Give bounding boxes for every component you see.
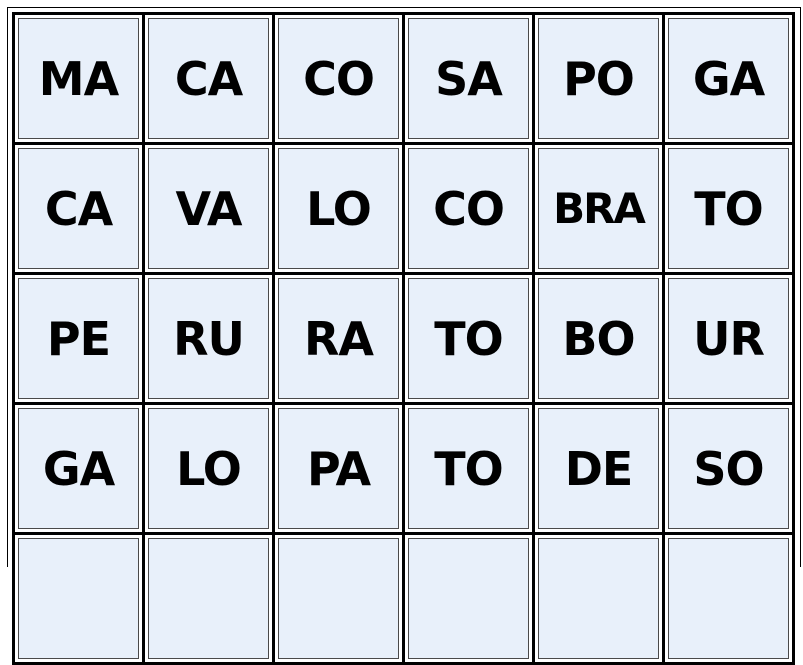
syllable-cell: RA: [275, 275, 405, 405]
syllable-card: MA: [18, 18, 139, 139]
syllable-cell: VA: [145, 145, 275, 275]
syllable-cell: LO: [145, 405, 275, 535]
syllable-cell: LO: [275, 145, 405, 275]
syllable-card: [408, 538, 529, 659]
syllable-text: CA: [174, 51, 243, 106]
syllable-card: CO: [278, 18, 399, 139]
syllable-cell: [665, 535, 795, 665]
syllable-text: LO: [176, 441, 242, 496]
syllable-card: RA: [278, 278, 399, 399]
syllable-card: [278, 538, 399, 659]
syllable-text: VA: [175, 181, 242, 236]
syllable-cell: UR: [665, 275, 795, 405]
syllable-card: UR: [668, 278, 789, 399]
syllable-card: PE: [18, 278, 139, 399]
syllable-text: LO: [306, 181, 372, 236]
syllable-card: BO: [538, 278, 659, 399]
syllable-cell: GA: [665, 15, 795, 145]
syllable-card: PA: [278, 408, 399, 529]
syllable-cell: PA: [275, 405, 405, 535]
syllable-cell: TO: [665, 145, 795, 275]
syllable-card: [538, 538, 659, 659]
syllable-cell: TO: [405, 275, 535, 405]
syllable-cell: [535, 535, 665, 665]
syllable-card: CA: [18, 148, 139, 269]
syllable-card: TO: [408, 408, 529, 529]
syllable-text: DE: [564, 441, 634, 496]
syllable-cell: TO: [405, 405, 535, 535]
syllable-text: RA: [303, 311, 374, 366]
syllable-cell: [405, 535, 535, 665]
syllable-text: TO: [434, 311, 503, 366]
syllable-card: VA: [148, 148, 269, 269]
syllable-text: CO: [433, 181, 505, 236]
syllable-card: BRA: [538, 148, 659, 269]
syllable-cell: CO: [405, 145, 535, 275]
syllable-card: PO: [538, 18, 659, 139]
syllable-cell: DE: [535, 405, 665, 535]
syllable-cell: BO: [535, 275, 665, 405]
syllable-card: DE: [538, 408, 659, 529]
syllable-card: TO: [408, 278, 529, 399]
syllable-text: GA: [42, 441, 115, 496]
syllable-text: PA: [306, 441, 371, 496]
syllable-cell: [145, 535, 275, 665]
syllable-card: LO: [278, 148, 399, 269]
syllable-cell: PE: [15, 275, 145, 405]
syllable-text: UR: [693, 311, 765, 366]
syllable-text: BO: [562, 311, 635, 366]
syllable-text: GA: [692, 51, 765, 106]
syllable-text: CO: [303, 51, 375, 106]
syllable-cell: CA: [145, 15, 275, 145]
syllable-cell: SO: [665, 405, 795, 535]
syllable-card: CA: [148, 18, 269, 139]
syllable-text: MA: [38, 51, 119, 106]
syllable-card: GA: [18, 408, 139, 529]
syllable-text: TO: [694, 181, 763, 236]
syllable-card: RU: [148, 278, 269, 399]
syllable-cell: GA: [15, 405, 145, 535]
syllable-cell: CO: [275, 15, 405, 145]
syllable-grid: MA CA CO SA PO GA CA VA LO CO BRA TO PE …: [12, 12, 795, 665]
syllable-text: SA: [435, 51, 503, 106]
syllable-card: CO: [408, 148, 529, 269]
syllable-text: BRA: [553, 183, 646, 233]
syllable-cell: [15, 535, 145, 665]
syllable-text: PE: [46, 311, 111, 366]
syllable-card: [668, 538, 789, 659]
syllable-text: RU: [173, 311, 245, 366]
syllable-card: SO: [668, 408, 789, 529]
syllable-text: PO: [563, 51, 635, 106]
syllable-cell: PO: [535, 15, 665, 145]
syllable-cell: CA: [15, 145, 145, 275]
syllable-card: LO: [148, 408, 269, 529]
syllable-cell: BRA: [535, 145, 665, 275]
syllable-cell: RU: [145, 275, 275, 405]
syllable-text: CA: [44, 181, 113, 236]
syllable-cell: MA: [15, 15, 145, 145]
syllable-cell: [275, 535, 405, 665]
syllable-card: SA: [408, 18, 529, 139]
syllable-text: TO: [434, 441, 503, 496]
syllable-card: [148, 538, 269, 659]
syllable-text: SO: [693, 441, 764, 496]
syllable-card: GA: [668, 18, 789, 139]
syllable-card: TO: [668, 148, 789, 269]
syllable-card: [18, 538, 139, 659]
syllable-cell: SA: [405, 15, 535, 145]
